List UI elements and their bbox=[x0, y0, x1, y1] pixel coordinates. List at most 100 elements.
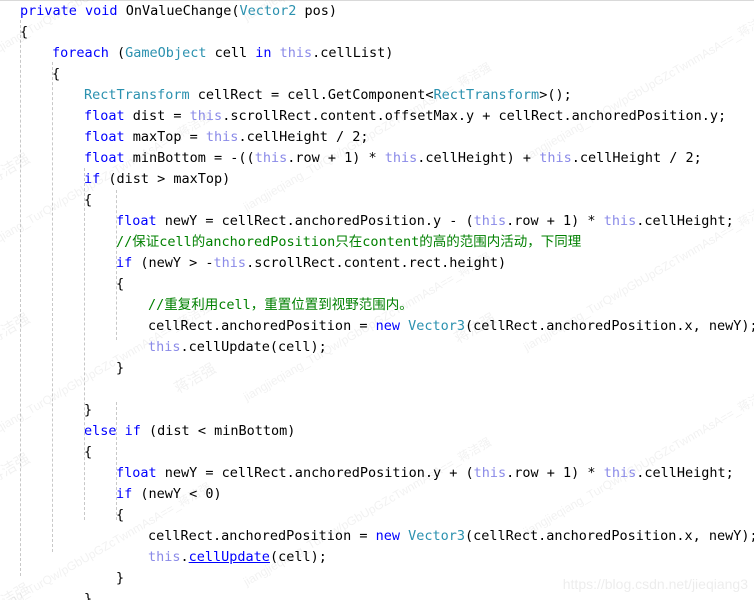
code-token-pl: minBottom = -(( bbox=[124, 150, 255, 166]
code-token-pl: newY = cellRect.anchoredPosition.y - ( bbox=[156, 213, 474, 229]
code-line: float minBottom = -((this.row + 1) * thi… bbox=[0, 148, 754, 169]
code-token-pl: cellRect = cell.GetComponent< bbox=[189, 87, 434, 103]
code-token-kw: if bbox=[116, 255, 133, 271]
code-token-kw: if bbox=[84, 171, 101, 187]
code-token-pl: (dist < minBottom) bbox=[140, 423, 296, 439]
code-token-kw: else bbox=[84, 423, 117, 439]
code-line: else if (dist < minBottom) bbox=[0, 421, 754, 442]
code-token-ths: this bbox=[279, 45, 313, 61]
code-token-pl: cell bbox=[206, 45, 256, 61]
code-token-ths: this bbox=[254, 150, 288, 166]
code-line: { bbox=[0, 274, 754, 295]
code-token-ths: this bbox=[205, 129, 239, 145]
code-token-ths: this bbox=[148, 339, 181, 355]
code-token-pl: .scrollRect.content.offsetMax.y + cellRe… bbox=[222, 108, 727, 124]
code-token-cmt: //重复利用cell，重置位置到视野范围内。 bbox=[148, 297, 413, 313]
code-line: } bbox=[0, 358, 754, 379]
code-token-typ: RectTransform bbox=[84, 87, 190, 103]
code-token-pl: (newY < 0) bbox=[132, 486, 222, 502]
code-token-ths: this bbox=[539, 150, 572, 166]
code-token-kw: in bbox=[255, 45, 272, 61]
code-token-pl: pos) bbox=[296, 3, 338, 19]
code-token-pl: (cellRect.anchoredPosition.x, newY); bbox=[465, 528, 754, 544]
code-token-kw: float bbox=[116, 213, 157, 229]
code-token-pl: .cellHeight; bbox=[636, 465, 734, 481]
code-token-pl: (cell); bbox=[269, 549, 327, 565]
code-token-pl: .row + 1) * bbox=[506, 465, 604, 481]
code-token-pl: >(); bbox=[539, 87, 572, 103]
code-token-pl: .row + 1) * bbox=[506, 213, 604, 229]
code-token-kw: new bbox=[375, 528, 400, 544]
code-line: cellRect.anchoredPosition = new Vector3(… bbox=[0, 526, 754, 547]
code-line: { bbox=[0, 505, 754, 526]
code-token-pl: .row + 1) * bbox=[287, 150, 385, 166]
code-token-ths: this bbox=[603, 465, 637, 481]
code-token-kw: float bbox=[116, 465, 157, 481]
code-line: { bbox=[0, 22, 754, 43]
code-screenshot: jiangjieqiang_TurQw/pGbUpGZcTwnmAsA==_蒋洁… bbox=[0, 0, 754, 600]
code-line: { bbox=[0, 442, 754, 463]
code-line: //重复利用cell，重置位置到视野范围内。 bbox=[0, 295, 754, 316]
code-token-pl: (dist > maxTop) bbox=[100, 171, 231, 187]
code-token-pl: } bbox=[84, 591, 93, 600]
code-token-pl: OnValueChange( bbox=[117, 3, 240, 19]
code-token-pl: .cellHeight; bbox=[636, 213, 734, 229]
code-line: this.cellUpdate(cell); bbox=[0, 547, 754, 568]
code-token-ths: this bbox=[148, 549, 181, 565]
code-token-kw: foreach bbox=[52, 45, 109, 61]
code-token-typ: RectTransform bbox=[433, 87, 540, 103]
code-line: float dist = this.scrollRect.content.off… bbox=[0, 106, 754, 127]
code-line: float newY = cellRect.anchoredPosition.y… bbox=[0, 211, 754, 232]
code-token-typ: Vector3 bbox=[408, 528, 466, 544]
code-token-pl: .cellHeight / 2; bbox=[238, 129, 369, 145]
code-token-pl: { bbox=[116, 276, 125, 292]
code-line: foreach (GameObject cell in this.cellLis… bbox=[0, 43, 754, 64]
csdn-blog-url-watermark: https://blog.csdn.net/jieqiang3 bbox=[562, 576, 748, 592]
code-token-kw: float bbox=[84, 108, 125, 124]
code-token-cmt: //保证cell的anchoredPosition只在content的高的范围内… bbox=[116, 234, 582, 250]
code-token-pl: { bbox=[116, 507, 125, 523]
code-token-kw: new bbox=[375, 318, 400, 334]
code-token-pl: cellRect.anchoredPosition = bbox=[148, 528, 376, 544]
code-content: private void OnValueChange(Vector2 pos) {… bbox=[0, 0, 754, 600]
code-token-lnk[interactable]: cellUpdate bbox=[189, 549, 270, 565]
code-line: if (newY > -this.scrollRect.content.rect… bbox=[0, 253, 754, 274]
code-line: if (dist > maxTop) bbox=[0, 169, 754, 190]
code-token-pl: (cellRect.anchoredPosition.x, newY); bbox=[465, 318, 754, 334]
code-token-pl: .scrollRect.content.rect.height) bbox=[246, 255, 507, 271]
code-token-typ: Vector3 bbox=[408, 318, 466, 334]
code-token-ths: this bbox=[603, 213, 637, 229]
code-token-ths: this bbox=[384, 150, 418, 166]
code-token-pl: . bbox=[180, 549, 189, 565]
code-line: cellRect.anchoredPosition = new Vector3(… bbox=[0, 316, 754, 337]
code-line: float newY = cellRect.anchoredPosition.y… bbox=[0, 463, 754, 484]
code-token-pl: newY = cellRect.anchoredPosition.y + ( bbox=[156, 465, 474, 481]
code-token-kw: if bbox=[116, 486, 133, 502]
code-token-kw: if bbox=[124, 423, 141, 439]
code-token-pl: .cellHeight / 2; bbox=[571, 150, 702, 166]
code-line: float maxTop = this.cellHeight / 2; bbox=[0, 127, 754, 148]
code-token-pl: } bbox=[116, 360, 125, 376]
code-token-pl: { bbox=[84, 192, 93, 208]
code-token-pl: dist = bbox=[124, 108, 190, 124]
code-token-kw: float bbox=[84, 150, 125, 166]
code-line: private void OnValueChange(Vector2 pos) bbox=[0, 1, 754, 22]
code-line: { bbox=[0, 64, 754, 85]
code-token-pl: .cellList) bbox=[312, 45, 394, 61]
code-line: //保证cell的anchoredPosition只在content的高的范围内… bbox=[0, 232, 754, 253]
code-line: { bbox=[0, 190, 754, 211]
code-token-kw: void bbox=[85, 3, 118, 19]
code-token-pl: { bbox=[52, 66, 61, 82]
code-token-typ: Vector2 bbox=[239, 3, 297, 19]
code-token-typ: GameObject bbox=[125, 45, 207, 61]
code-token-pl: ( bbox=[108, 45, 126, 61]
code-token-pl: } bbox=[116, 570, 125, 586]
code-token-ths: this bbox=[189, 108, 223, 124]
code-token-kw: float bbox=[84, 129, 125, 145]
code-line: if (newY < 0) bbox=[0, 484, 754, 505]
